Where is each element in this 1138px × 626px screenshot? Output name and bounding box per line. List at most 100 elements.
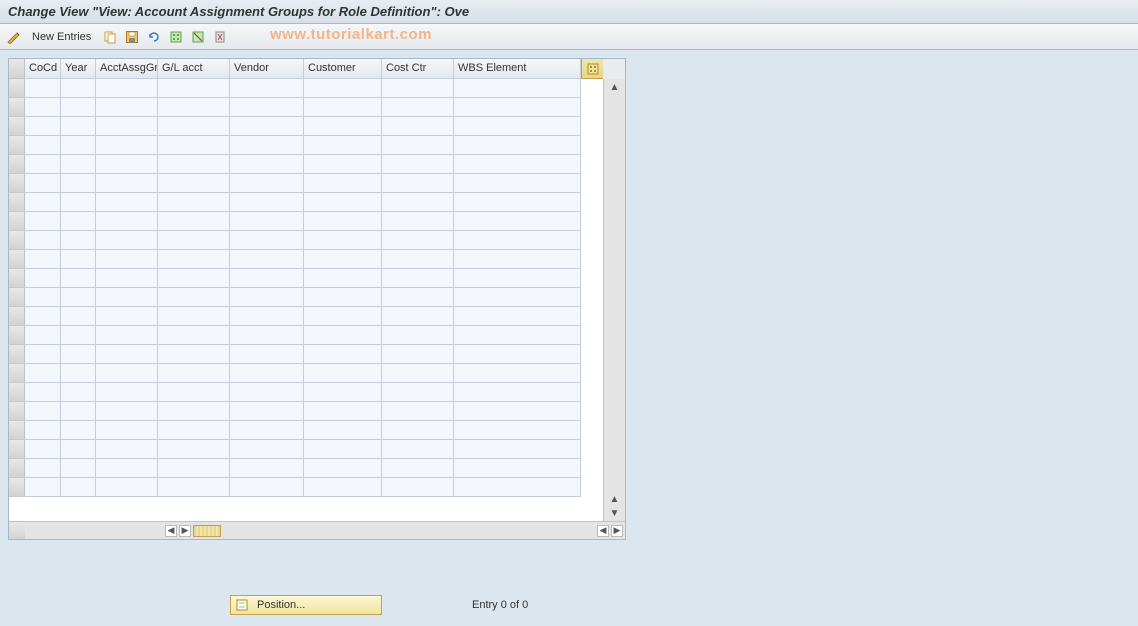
table-cell[interactable] [230,383,304,402]
table-cell[interactable] [304,364,382,383]
table-cell[interactable] [96,79,158,98]
scroll-right-end-icon[interactable]: ▶ [611,525,623,537]
table-cell[interactable] [304,326,382,345]
col-header-wbselement[interactable]: WBS Element [454,59,581,79]
table-cell[interactable] [230,421,304,440]
table-cell[interactable] [96,231,158,250]
table-cell[interactable] [382,421,454,440]
table-cell[interactable] [382,345,454,364]
table-cell[interactable] [96,459,158,478]
scroll-left-end-icon[interactable]: ◀ [597,525,609,537]
table-cell[interactable] [61,345,96,364]
row-selector[interactable] [9,212,25,231]
table-cell[interactable] [61,136,96,155]
row-selector[interactable] [9,136,25,155]
table-cell[interactable] [230,155,304,174]
toggle-edit-icon-button[interactable] [4,28,22,46]
table-cell[interactable] [25,383,61,402]
table-cell[interactable] [25,193,61,212]
table-cell[interactable] [25,79,61,98]
table-cell[interactable] [454,421,581,440]
table-cell[interactable] [304,307,382,326]
table-cell[interactable] [25,155,61,174]
table-cell[interactable] [454,79,581,98]
table-cell[interactable] [158,155,230,174]
table-cell[interactable] [25,250,61,269]
delete-icon-button[interactable] [211,28,229,46]
col-header-customer[interactable]: Customer [304,59,382,79]
col-header-acctassggr[interactable]: AcctAssgGr [96,59,158,79]
table-cell[interactable] [230,212,304,231]
row-selector-header[interactable] [9,59,25,79]
row-selector[interactable] [9,383,25,402]
table-cell[interactable] [61,307,96,326]
table-cell[interactable] [304,136,382,155]
table-cell[interactable] [158,345,230,364]
table-cell[interactable] [230,250,304,269]
table-cell[interactable] [382,326,454,345]
table-cell[interactable] [230,288,304,307]
scroll-down-icon-2[interactable]: ▼ [609,507,621,519]
row-selector[interactable] [9,288,25,307]
col-header-year[interactable]: Year [61,59,96,79]
table-cell[interactable] [230,459,304,478]
row-selector[interactable] [9,478,25,497]
col-header-glacct[interactable]: G/L acct [158,59,230,79]
table-cell[interactable] [158,212,230,231]
table-cell[interactable] [304,421,382,440]
table-cell[interactable] [382,174,454,193]
table-cell[interactable] [454,364,581,383]
table-cell[interactable] [454,174,581,193]
row-selector[interactable] [9,79,25,98]
scroll-right-icon[interactable]: ▶ [179,525,191,537]
table-cell[interactable] [61,117,96,136]
table-cell[interactable] [230,174,304,193]
table-cell[interactable] [382,364,454,383]
table-cell[interactable] [304,193,382,212]
table-cell[interactable] [454,478,581,497]
table-cell[interactable] [158,383,230,402]
scroll-up-icon[interactable]: ▲ [609,81,621,93]
row-selector[interactable] [9,345,25,364]
table-cell[interactable] [25,459,61,478]
col-header-cocd[interactable]: CoCd [25,59,61,79]
table-cell[interactable] [158,440,230,459]
table-cell[interactable] [382,307,454,326]
table-cell[interactable] [158,79,230,98]
row-selector[interactable] [9,174,25,193]
table-cell[interactable] [454,250,581,269]
table-cell[interactable] [230,117,304,136]
table-cell[interactable] [382,402,454,421]
col-header-costctr[interactable]: Cost Ctr [382,59,454,79]
table-cell[interactable] [158,269,230,288]
table-cell[interactable] [96,155,158,174]
table-cell[interactable] [454,136,581,155]
table-cell[interactable] [382,231,454,250]
position-button[interactable]: Position... [230,595,382,615]
table-cell[interactable] [25,288,61,307]
table-cell[interactable] [454,459,581,478]
table-cell[interactable] [158,250,230,269]
table-cell[interactable] [96,383,158,402]
table-cell[interactable] [304,250,382,269]
row-selector[interactable] [9,440,25,459]
table-cell[interactable] [96,402,158,421]
select-all-icon-button[interactable] [167,28,185,46]
table-cell[interactable] [96,269,158,288]
table-cell[interactable] [61,79,96,98]
table-cell[interactable] [61,98,96,117]
table-cell[interactable] [96,478,158,497]
table-cell[interactable] [304,383,382,402]
table-cell[interactable] [158,231,230,250]
table-cell[interactable] [96,250,158,269]
table-cell[interactable] [25,231,61,250]
table-cell[interactable] [96,193,158,212]
table-cell[interactable] [382,155,454,174]
table-cell[interactable] [96,440,158,459]
table-cell[interactable] [96,364,158,383]
scroll-left-icon[interactable]: ◀ [165,525,177,537]
table-cell[interactable] [230,478,304,497]
table-cell[interactable] [382,250,454,269]
table-cell[interactable] [158,174,230,193]
table-cell[interactable] [382,383,454,402]
